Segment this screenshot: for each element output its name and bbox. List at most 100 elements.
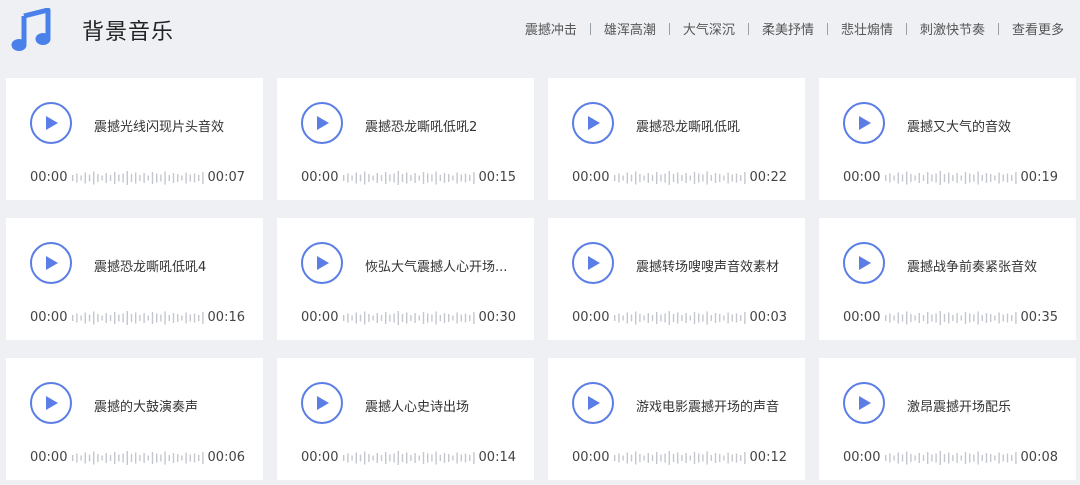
waveform-bar [744, 312, 746, 324]
waveform-scrubber[interactable] [612, 311, 748, 325]
track-title[interactable]: 恢弘大气震撼人心开场... [365, 256, 525, 275]
track-title[interactable]: 震撼恐龙嘶吼低吼 [636, 116, 796, 135]
play-icon [46, 116, 58, 130]
music-note-icon [11, 8, 51, 51]
waveform-bar [443, 453, 446, 463]
waveform-bar [723, 315, 725, 321]
current-time: 00:00 [301, 450, 339, 465]
waveform-bar [393, 453, 395, 463]
waveform-bar [922, 175, 925, 181]
waveform-bar [689, 315, 691, 321]
waveform-scrubber[interactable] [70, 451, 206, 465]
waveform-bar [689, 455, 691, 461]
waveform-bar [681, 175, 683, 181]
play-button[interactable] [572, 102, 614, 144]
waveform-bar [160, 314, 162, 322]
waveform-bar [731, 314, 733, 322]
waveform-bar [347, 313, 349, 323]
waveform-scrubber[interactable] [341, 311, 477, 325]
waveform-bar [147, 315, 149, 321]
waveform-bar [202, 312, 204, 324]
waveform-scrubber[interactable] [341, 451, 477, 465]
waveform-bar [1006, 313, 1009, 323]
waveform-bar [727, 452, 729, 464]
track-title[interactable]: 震撼转场嗖嗖声音效素材 [636, 256, 796, 275]
nav-item-category[interactable]: 柔美抒情 [762, 19, 814, 38]
waveform-scrubber[interactable] [612, 451, 748, 465]
waveform-bar [706, 311, 708, 325]
waveform-bar [960, 315, 962, 321]
waveform-bar [643, 315, 645, 321]
waveform-scrubber[interactable] [883, 451, 1019, 465]
waveform-bar [364, 451, 366, 465]
nav-item-category[interactable]: 刺激快节奏 [920, 19, 985, 38]
waveform-bar [376, 173, 378, 183]
nav-item-category[interactable]: 雄浑高潮 [604, 19, 656, 38]
waveform-bar [735, 313, 738, 323]
nav-item-category[interactable]: 大气深沉 [683, 19, 735, 38]
waveform-bar [164, 311, 166, 325]
waveform-scrubber[interactable] [612, 171, 748, 185]
waveform-bar [660, 454, 662, 462]
waveform-bar [664, 313, 666, 323]
waveform-bar [431, 174, 433, 182]
play-button[interactable] [843, 242, 885, 284]
waveform-bar [185, 312, 187, 324]
waveform-scrubber[interactable] [70, 171, 206, 185]
waveform-bar [431, 454, 433, 462]
waveform-scrubber[interactable] [70, 311, 206, 325]
play-button[interactable] [301, 242, 343, 284]
waveform-bar [464, 313, 467, 323]
play-button[interactable] [301, 102, 343, 144]
waveform-bar [889, 173, 891, 183]
track-title[interactable]: 震撼战争前奏紧张音效 [907, 256, 1067, 275]
track-title[interactable]: 震撼光线闪现片头音效 [94, 116, 254, 135]
play-button[interactable] [843, 102, 885, 144]
header: 背景音乐 震撼冲击 雄浑高潮 大气深沉 柔美抒情 悲壮煽情 刺激快节奏 查看更多 [0, 0, 1080, 60]
view-more-link[interactable]: 查看更多 [1012, 19, 1064, 38]
play-button[interactable] [843, 382, 885, 424]
track-title[interactable]: 激昂震撼开场配乐 [907, 396, 1067, 415]
track-title[interactable]: 震撼恐龙嘶吼低吼2 [365, 116, 525, 135]
track-duration: 00:22 [749, 170, 787, 185]
waveform-bar [735, 173, 738, 183]
waveform-bar [910, 454, 912, 462]
nav-item-category[interactable]: 悲壮煽情 [841, 19, 893, 38]
play-button[interactable] [572, 242, 614, 284]
waveform-bar [401, 174, 404, 182]
track-title[interactable]: 震撼恐龙嘶吼低吼4 [94, 256, 254, 275]
waveform-bar [956, 313, 958, 323]
waveform-bar [910, 314, 912, 322]
current-time: 00:00 [30, 310, 68, 325]
waveform-bar [397, 451, 399, 465]
waveform-bar [380, 175, 383, 181]
track-title[interactable]: 游戏电影震撼开场的声音 [636, 396, 796, 415]
track-duration: 00:16 [207, 310, 245, 325]
waveform-bar [172, 453, 175, 463]
play-button[interactable] [30, 382, 72, 424]
track-title[interactable]: 震撼的大鼓演奏声 [94, 396, 254, 415]
nav-item-category[interactable]: 震撼冲击 [525, 19, 577, 38]
waveform-bar [693, 452, 696, 464]
waveform-bar [469, 175, 471, 181]
waveform-bar [160, 454, 162, 462]
waveform-bar [443, 313, 446, 323]
waveform-bar [939, 311, 941, 325]
play-button[interactable] [301, 382, 343, 424]
waveform-bar [706, 171, 708, 185]
waveform-bar [981, 315, 983, 321]
waveform-bar [698, 173, 700, 183]
play-button[interactable] [30, 242, 72, 284]
play-button[interactable] [572, 382, 614, 424]
waveform-bar [664, 173, 666, 183]
track-title[interactable]: 震撼又大气的音效 [907, 116, 1067, 135]
play-button[interactable] [30, 102, 72, 144]
waveform-scrubber[interactable] [341, 171, 477, 185]
waveform-scrubber[interactable] [883, 171, 1019, 185]
track-card: 震撼恐龙嘶吼低吼2 00:00 00:15 [277, 78, 534, 200]
waveform-bar [456, 312, 458, 324]
track-title[interactable]: 震撼人心史诗出场 [365, 396, 525, 415]
waveform-scrubber[interactable] [883, 311, 1019, 325]
waveform-bar [376, 313, 378, 323]
waveform-bar [998, 452, 1000, 464]
